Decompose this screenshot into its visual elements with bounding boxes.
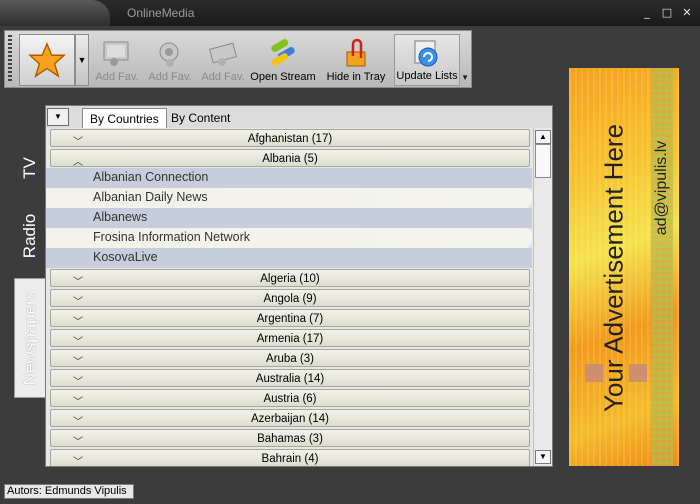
add-fav-radio-button[interactable]: Add Fav. [144,34,196,86]
window-controls: _ □ ✕ [640,6,694,20]
country-group-row[interactable]: ﹀ Bahrain (4) [50,449,530,466]
toolbar: ▼ Add Fav. Add Fav. Add Fav. Open Stream… [4,30,472,88]
panel-tabs: ▼ By Countries By Content [46,106,552,128]
scroll-down-icon[interactable]: ▼ [535,450,551,464]
tab-radio-label: Radio [20,213,40,259]
newspaper-name: Albanian Connection [93,170,209,184]
country-group-row[interactable]: ﹀ Afghanistan (17) [50,129,530,148]
country-group-label: Armenia (17) [256,333,324,345]
title-tab [0,0,110,26]
tab-newspapers[interactable]: Newspapers [14,278,46,398]
country-group-label: Afghanistan (17) [247,133,333,145]
ad-decor-square [629,364,647,382]
update-lists-button[interactable]: Update Lists [394,34,460,86]
update-lists-label: Update Lists [396,70,458,82]
country-group-row[interactable]: ﹀ Armenia (17) [50,329,530,348]
tab-newspapers-label: Newspapers [20,290,40,386]
country-group-row[interactable]: ﹀ Austria (6) [50,389,530,408]
country-group-label: Austria (6) [263,393,317,405]
newspaper-list-item[interactable]: Albanian Daily News [46,188,532,208]
country-group-row[interactable]: ︿ Albania (5) [50,149,530,168]
newspaper-list-item[interactable]: Albanian Connection [46,168,532,188]
open-stream-button[interactable]: Open Stream [250,34,316,86]
paperclip-icon [341,37,371,71]
add-fav-label: Add Fav. [95,71,139,83]
favorites-button[interactable] [19,34,75,86]
country-group-label: Albania (5) [262,153,318,165]
newspaper-name: Albanian Daily News [93,190,208,204]
advertisement-banner[interactable]: Your Advertisement Here ad@vipulis.lv [569,68,679,466]
toolbar-overflow-icon[interactable]: ▼ [461,73,469,82]
panel-menu-dropdown-icon[interactable]: ▼ [47,108,69,126]
newspaper-icon [206,37,240,71]
ad-headline: Your Advertisement Here [598,123,629,413]
newspaper-name: Frosina Information Network [93,230,251,244]
tab-by-content[interactable]: By Content [164,108,237,128]
minimize-icon[interactable]: _ [640,6,654,20]
country-group-label: Argentina (7) [256,313,324,325]
hide-in-tray-button[interactable]: Hide in Tray [323,34,389,86]
tv-icon [100,37,134,71]
country-group-label: Australia (14) [255,373,325,385]
newspaper-list-item[interactable]: KosovaLive [46,248,532,268]
stream-icon [263,37,303,71]
country-group-label: Angola (9) [263,293,317,305]
maximize-icon[interactable]: □ [660,6,674,20]
add-fav-label: Add Fav. [148,71,192,83]
open-stream-label: Open Stream [250,71,316,83]
newspaper-name: KosovaLive [93,250,158,264]
tab-tv-label: TV [19,157,39,179]
ad-stripe [651,68,673,466]
ad-email: ad@vipulis.lv [653,140,670,236]
star-icon [28,41,66,78]
scrollbar[interactable]: ▲ ▼ [533,128,551,466]
country-group-row[interactable]: ﹀ Australia (14) [50,369,530,388]
country-group-label: Bahamas (3) [257,433,323,445]
country-group-row[interactable]: ﹀ Argentina (7) [50,309,530,328]
country-group-row[interactable]: ﹀ Angola (9) [50,289,530,308]
title-bar: OnlineMedia _ □ ✕ [0,0,700,26]
country-group-label: Aruba (3) [266,353,314,365]
newspaper-name: Albanews [93,210,148,224]
country-group-label: Bahrain (4) [261,453,319,465]
update-icon [410,36,444,70]
newspaper-list-item[interactable]: Albanews [46,208,532,228]
radio-icon [153,37,187,71]
scroll-thumb[interactable] [535,144,551,178]
country-list: ﹀ Afghanistan (17) ︿ Albania (5) Albanian Co… [46,128,532,466]
scroll-up-icon[interactable]: ▲ [535,130,551,144]
country-group-label: Azerbaijan (14) [251,413,329,425]
tab-tv[interactable]: TV [14,140,46,196]
country-group-label: Algeria (10) [260,273,320,285]
add-fav-newspaper-button[interactable]: Add Fav. [197,34,249,86]
toolbar-grip[interactable] [8,35,12,83]
hide-in-tray-label: Hide in Tray [326,71,386,83]
window-title: OnlineMedia [127,6,195,20]
newspaper-list-item[interactable]: Frosina Information Network [46,228,532,248]
close-icon[interactable]: ✕ [680,6,694,20]
country-group-row[interactable]: ﹀ Algeria (10) [50,269,530,288]
country-group-row[interactable]: ﹀ Bahamas (3) [50,429,530,448]
tab-by-countries[interactable]: By Countries [82,108,167,128]
country-group-row[interactable]: ﹀ Aruba (3) [50,349,530,368]
country-group-row[interactable]: ﹀ Azerbaijan (14) [50,409,530,428]
tab-radio[interactable]: Radio [14,205,46,267]
add-fav-tv-button[interactable]: Add Fav. [91,34,143,86]
status-bar: Autors: Edmunds Vipulis [4,484,134,499]
add-fav-label: Add Fav. [201,71,245,83]
favorites-dropdown-button[interactable]: ▼ [75,34,89,86]
list-panel: ▼ By Countries By Content ﹀ Afghanistan (… [45,105,553,467]
